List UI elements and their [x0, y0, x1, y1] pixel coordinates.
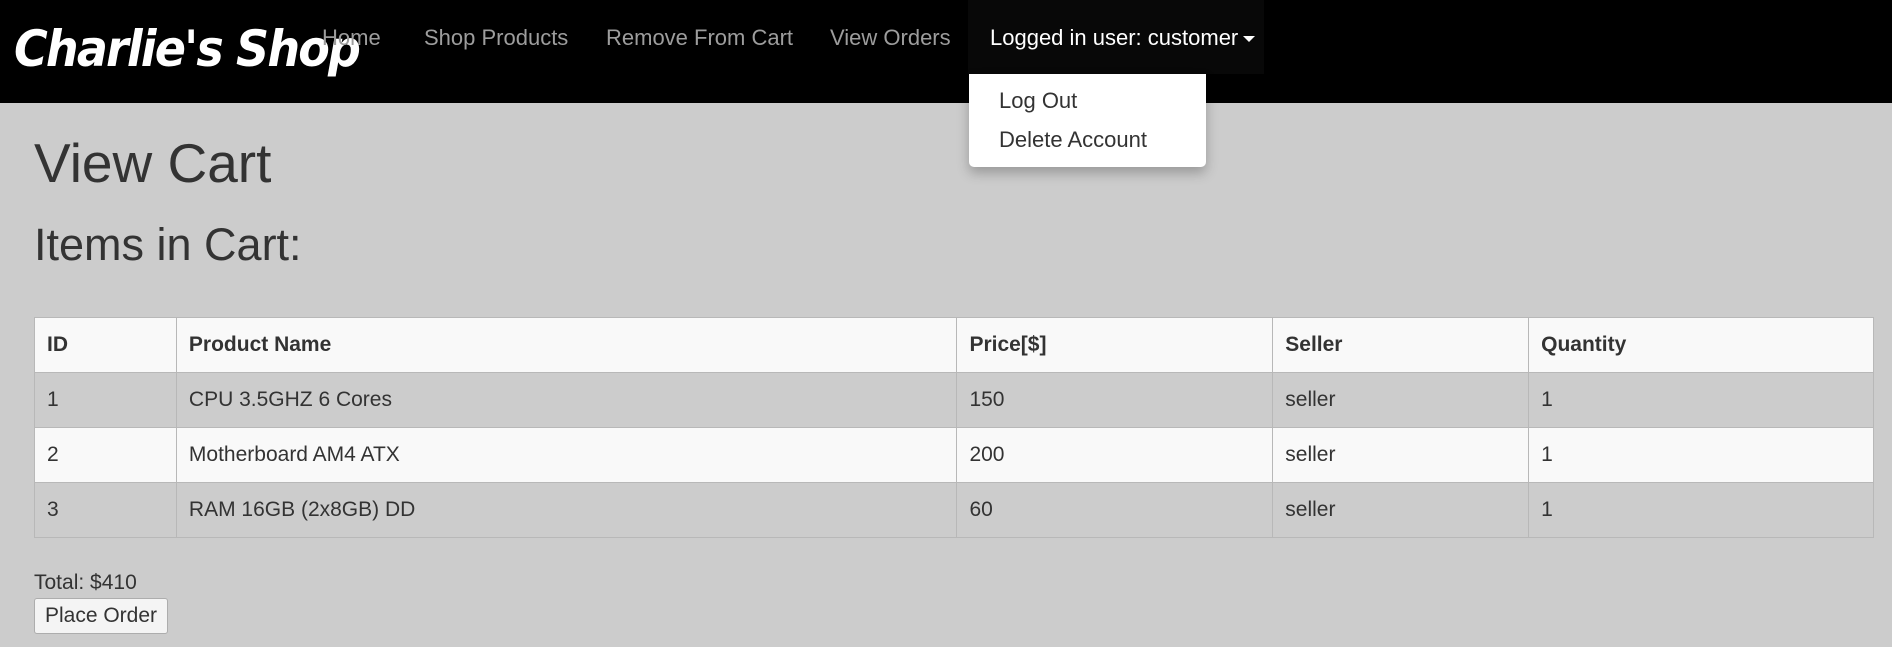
cell-quantity: 1 [1528, 482, 1874, 538]
user-menu-label: Logged in user: customer [990, 25, 1239, 50]
caret-down-icon [1243, 36, 1256, 43]
nav-link-remove-from-cart[interactable]: Remove From Cart [606, 22, 793, 54]
cell-price: 200 [956, 427, 1274, 483]
page-title: View Cart [34, 132, 272, 194]
cell-quantity: 1 [1528, 427, 1874, 483]
cart-table: ID Product Name Price[$] Seller Quantity… [34, 317, 1874, 538]
cell-id: 3 [34, 482, 177, 538]
user-menu-toggle[interactable]: Logged in user: customer [968, 0, 1264, 74]
user-menu-label-wrap: Logged in user: customer [990, 22, 1256, 54]
cell-id: 1 [34, 372, 177, 428]
column-header-id: ID [34, 317, 177, 373]
cell-product-name: Motherboard AM4 ATX [175, 427, 958, 483]
table-row: 3 RAM 16GB (2x8GB) DD 60 seller 1 [34, 482, 1874, 538]
cell-seller: seller [1272, 482, 1530, 538]
cell-quantity: 1 [1528, 372, 1874, 428]
delete-account-menu-item[interactable]: Delete Account [999, 125, 1147, 155]
table-row: 1 CPU 3.5GHZ 6 Cores 150 seller 1 [34, 372, 1874, 428]
cell-product-name: CPU 3.5GHZ 6 Cores [175, 372, 958, 428]
nav-link-view-orders[interactable]: View Orders [830, 22, 951, 54]
cell-product-name: RAM 16GB (2x8GB) DD [175, 482, 958, 538]
column-header-quantity: Quantity [1528, 317, 1874, 373]
cell-seller: seller [1272, 427, 1530, 483]
table-header-row: ID Product Name Price[$] Seller Quantity [34, 317, 1874, 373]
brand-logo[interactable]: Charlie's Shop [14, 14, 361, 84]
cell-id: 2 [34, 427, 177, 483]
column-header-product-name: Product Name [175, 317, 958, 373]
nav-link-home[interactable]: Home [322, 22, 381, 54]
user-dropdown-menu: Log Out Delete Account [969, 74, 1206, 167]
cell-seller: seller [1272, 372, 1530, 428]
place-order-button[interactable]: Place Order [34, 598, 168, 634]
page-subtitle: Items in Cart: [34, 219, 302, 270]
column-header-seller: Seller [1272, 317, 1530, 373]
nav-link-shop-products[interactable]: Shop Products [424, 22, 568, 54]
navbar: Charlie's Shop Home Shop Products Remove… [0, 0, 1892, 103]
table-row: 2 Motherboard AM4 ATX 200 seller 1 [34, 427, 1874, 483]
cart-total: Total: $410 [34, 571, 137, 594]
column-header-price: Price[$] [956, 317, 1274, 373]
cell-price: 150 [956, 372, 1274, 428]
logout-menu-item[interactable]: Log Out [999, 86, 1077, 116]
cell-price: 60 [956, 482, 1274, 538]
